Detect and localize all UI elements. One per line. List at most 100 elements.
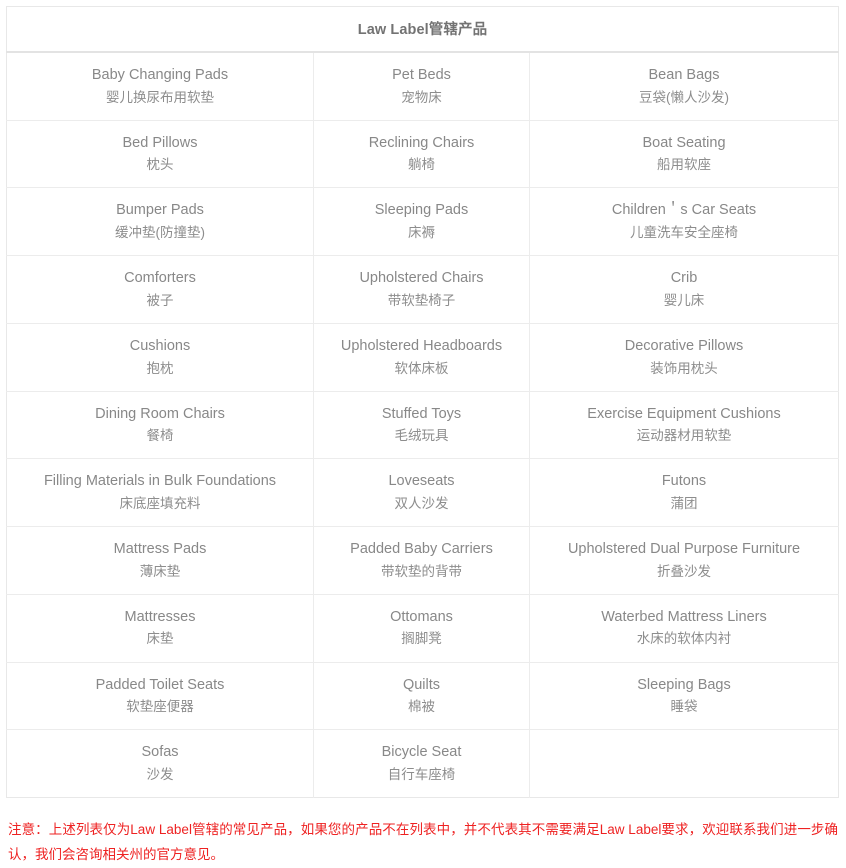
table-cell: Decorative Pillows 装饰用枕头: [529, 322, 839, 392]
table-cell: Sleeping Pads 床褥: [313, 187, 530, 257]
table-title: Law Label管辖产品: [6, 6, 839, 53]
product-name-en: Sleeping Bags: [637, 676, 731, 693]
product-name-en: Sleeping Pads: [374, 202, 469, 219]
product-name-en: Padded Baby Carriers: [350, 541, 493, 558]
table-cell: Exercise Equipment Cushions 运动器材用软垫: [529, 390, 839, 460]
product-name-en: Children＇s Car Seats: [611, 202, 757, 219]
product-name-zh: 装饰用枕头: [650, 360, 718, 376]
product-name-zh: 带软垫的背带: [381, 563, 462, 579]
table-cell: Mattresses 床垫: [6, 593, 314, 663]
table-row: Comforters 被子 Upholstered Chairs 带软垫椅子 Crib 婴…: [6, 255, 839, 324]
product-name-zh: 抱枕: [146, 360, 174, 376]
table-row: Bed Pillows 枕头 Reclining Chairs 躺椅 Boat Seat…: [6, 119, 839, 189]
table-row: Cushions 抱枕 Upholstered Headboards 软体床板 Deco…: [6, 322, 839, 392]
product-name-zh: 沙发: [146, 766, 174, 782]
product-name-en: Bicycle Seat: [381, 744, 462, 761]
table-cell: Crib 婴儿床: [529, 255, 839, 324]
table-cell: Children＇s Car Seats 儿童洗车安全座椅: [529, 187, 839, 257]
product-name-en: Decorative Pillows: [624, 337, 744, 354]
table-row: Filling Materials in Bulk Foundations 床底座…: [6, 458, 839, 528]
product-name-zh: 豆袋(懒人沙发): [639, 89, 729, 105]
product-name-zh: 软体床板: [394, 360, 449, 376]
product-name-zh: 棉被: [408, 699, 435, 715]
table-cell: Upholstered Dual Purpose Furniture 折叠沙发: [529, 526, 839, 595]
table-cell: Upholstered Chairs 带软垫椅子: [313, 255, 530, 324]
product-name-zh: 自行车座椅: [387, 766, 456, 782]
product-name-zh: 搁脚凳: [401, 631, 442, 647]
table-cell: [529, 729, 839, 798]
table-cell: Bean Bags 豆袋(懒人沙发): [529, 51, 839, 121]
product-name-zh: 睡袋: [670, 699, 698, 715]
product-name-en: Bed Pillows: [122, 134, 198, 151]
product-name-en: Upholstered Headboards: [340, 337, 503, 354]
product-name-en: Mattress Pads: [113, 541, 207, 558]
table-cell: Padded Toilet Seats 软垫座便器: [6, 661, 314, 731]
law-label-table-container: Law Label管辖产品 Baby Changing Pads 婴儿换尿布用软垫…: [0, 0, 846, 799]
table-cell: Reclining Chairs 躺椅: [313, 119, 530, 189]
table-cell: Bumper Pads 缓冲垫(防撞垫): [6, 187, 314, 257]
product-name-zh: 软垫座便器: [126, 699, 194, 715]
table-header: Law Label管辖产品: [6, 6, 839, 53]
product-name-en: Bumper Pads: [116, 202, 204, 219]
product-name-en: Futons: [661, 473, 707, 490]
table-cell: Ottomans 搁脚凳: [313, 593, 530, 663]
table-cell: Waterbed Mattress Liners 水床的软体内衬: [529, 593, 839, 663]
product-name-zh: 缓冲垫(防撞垫): [115, 225, 205, 241]
product-name-en: Baby Changing Pads: [91, 67, 229, 83]
product-name-en: Waterbed Mattress Liners: [601, 608, 767, 625]
product-name-zh: 儿童洗车安全座椅: [630, 225, 738, 241]
product-name-en: Ottomans: [390, 608, 453, 625]
footnote-note: 注意：上述列表仅为Law Label管辖的常见产品，如果您的产品不在列表中，并不…: [8, 822, 838, 863]
table-cell: Filling Materials in Bulk Foundations 床底座…: [6, 458, 314, 528]
product-name-zh: 被子: [146, 292, 174, 308]
table-body: Baby Changing Pads 婴儿换尿布用软垫 Pet Beds 宠物床 Bea…: [6, 51, 839, 798]
product-name-zh: 婴儿换尿布用软垫: [106, 89, 214, 105]
table-row: Sofas 沙发 Bicycle Seat 自行车座椅: [6, 729, 839, 798]
product-name-zh: 水床的软体内衬: [636, 631, 732, 647]
empty-cell: [536, 748, 832, 779]
table-cell: Upholstered Headboards 软体床板: [313, 322, 530, 392]
product-name-en: Filling Materials in Bulk Foundations: [43, 473, 277, 490]
product-name-zh: 船用软座: [657, 157, 711, 173]
table-row: Dining Room Chairs 餐椅 Stuffed Toys 毛绒玩具 Exer…: [6, 390, 839, 460]
product-name-zh: 运动器材用软垫: [636, 428, 732, 444]
law-label-products-table: Law Label管辖产品 Baby Changing Pads 婴儿换尿布用软垫…: [6, 6, 839, 799]
product-name-zh: 薄床垫: [139, 563, 181, 579]
table-cell: Baby Changing Pads 婴儿换尿布用软垫: [6, 51, 314, 121]
product-name-zh: 毛绒玩具: [394, 428, 449, 444]
table-cell: Boat Seating 船用软座: [529, 119, 839, 189]
table-row: Padded Toilet Seats 软垫座便器 Quilts 棉被 Sleeping…: [6, 661, 839, 731]
table-cell: Pet Beds 宠物床: [313, 51, 530, 121]
table-cell: Dining Room Chairs 餐椅: [6, 390, 314, 460]
product-name-en: Stuffed Toys: [381, 405, 462, 422]
product-name-zh: 宠物床: [401, 89, 442, 105]
product-name-zh: 床底座填充料: [119, 495, 201, 511]
product-name-zh: 带软垫椅子: [387, 292, 456, 308]
product-name-en: Loveseats: [388, 473, 455, 490]
table-cell: Cushions 抱枕: [6, 322, 314, 392]
product-name-en: Exercise Equipment Cushions: [587, 405, 781, 422]
product-name-en: Boat Seating: [642, 134, 726, 151]
product-name-en: Reclining Chairs: [368, 134, 475, 151]
product-name-zh: 枕头: [146, 157, 174, 173]
table-cell: Sleeping Bags 睡袋: [529, 661, 839, 731]
product-name-en: Sofas: [141, 744, 179, 761]
table-cell: Bed Pillows 枕头: [6, 119, 314, 189]
product-name-zh: 餐椅: [146, 428, 174, 444]
product-name-en: Upholstered Dual Purpose Furniture: [567, 541, 801, 558]
table-cell: Padded Baby Carriers 带软垫的背带: [313, 526, 530, 595]
product-name-en: Pet Beds: [392, 67, 451, 83]
product-name-en: Dining Room Chairs: [95, 405, 225, 422]
table-cell: Futons 蒲团: [529, 458, 839, 528]
product-name-en: Mattresses: [124, 608, 196, 625]
product-name-zh: 折叠沙发: [657, 563, 711, 579]
law-label-page: Law Label管辖产品 Baby Changing Pads 婴儿换尿布用软垫…: [0, 0, 846, 862]
table-cell: Sofas 沙发: [6, 729, 314, 798]
product-name-zh: 床垫: [146, 631, 174, 647]
product-name-en: Cushions: [129, 337, 191, 354]
product-name-zh: 双人沙发: [394, 495, 449, 511]
table-cell: Loveseats 双人沙发: [313, 458, 530, 528]
table-row: Bumper Pads 缓冲垫(防撞垫) Sleeping Pads 床褥 Childr…: [6, 187, 839, 257]
product-name-zh: 躺椅: [408, 157, 435, 173]
product-name-zh: 蒲团: [670, 495, 698, 511]
